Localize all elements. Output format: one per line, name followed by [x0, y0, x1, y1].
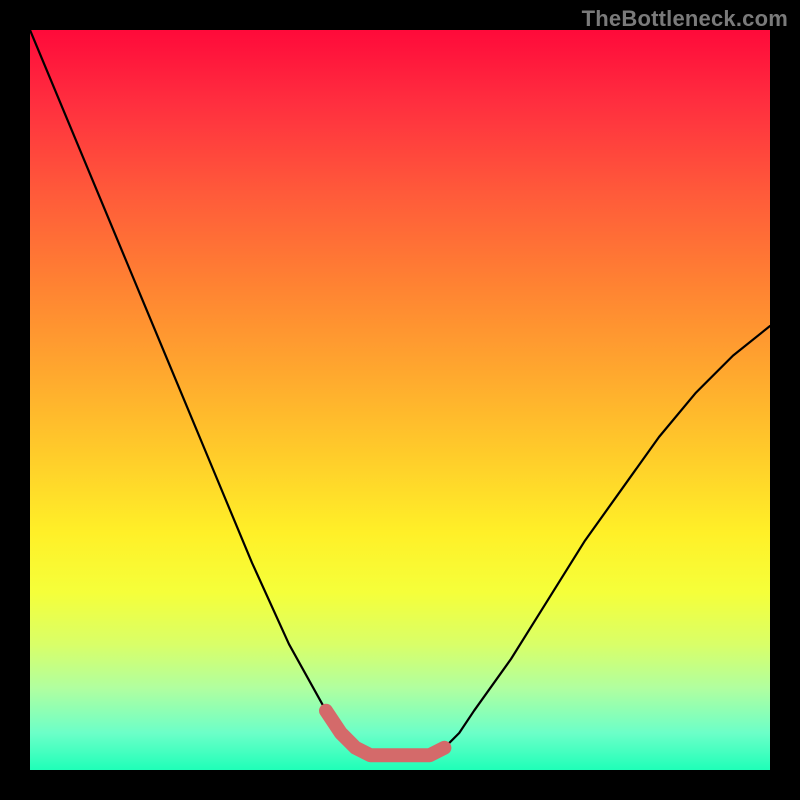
watermark-text: TheBottleneck.com [582, 6, 788, 32]
chart-frame: TheBottleneck.com [0, 0, 800, 800]
chart-overlay [30, 30, 770, 770]
optimum-highlight [326, 711, 444, 755]
bottleneck-curve [30, 30, 770, 755]
chart-plot-area [30, 30, 770, 770]
